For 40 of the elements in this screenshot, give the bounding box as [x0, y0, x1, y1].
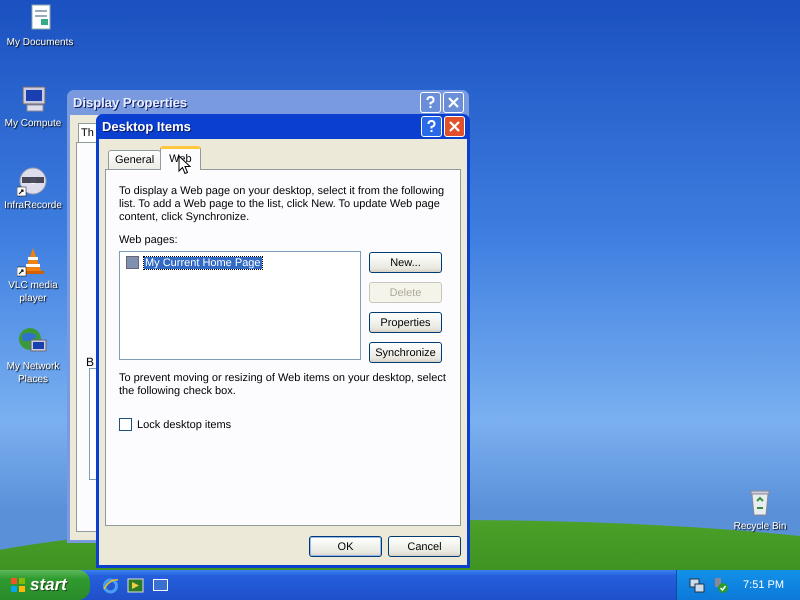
close-icon	[448, 120, 461, 133]
desktop-icon-label[interactable]: My Compute	[4, 117, 62, 130]
checkbox[interactable]	[126, 256, 139, 269]
description-text: To display a Web page on your desktop, select it from the following list. To add a Web page to the list, click New. To update Web page content, click Synchronize.	[119, 185, 446, 224]
close-icon	[447, 96, 460, 109]
hint-text: To prevent moving or resizing of Web items on your desktop, select the following check box.	[119, 372, 447, 398]
desktop-icon-label[interactable]: InfraRecorde	[4, 199, 62, 212]
window-title: Desktop Items	[102, 119, 191, 134]
network-icon[interactable]	[689, 576, 706, 594]
media-icon[interactable]	[127, 576, 144, 594]
close-button[interactable]	[444, 116, 465, 137]
close-button[interactable]	[443, 92, 464, 113]
tab[interactable]: Th	[78, 123, 97, 142]
dialog-button[interactable]: Properties	[369, 312, 442, 333]
desktop-icon[interactable]	[152, 576, 169, 594]
clock-text[interactable]: 7:51 PM	[735, 579, 784, 591]
dialog-button[interactable]: OK	[309, 536, 382, 557]
flag-icon	[10, 577, 26, 593]
desktop-icon-label[interactable]: Recycle Bin	[734, 520, 786, 533]
disc-icon[interactable]	[17, 165, 49, 197]
desktop-icon-label[interactable]: VLC media player	[1, 279, 65, 305]
help-icon	[424, 96, 437, 109]
checkbox-label[interactable]: Lock desktop items	[137, 418, 232, 430]
help-button[interactable]	[421, 116, 442, 137]
tab[interactable]: General	[108, 150, 162, 169]
dialog-button[interactable]: Cancel	[388, 536, 461, 557]
browser-icon[interactable]	[102, 576, 119, 594]
check-shield-icon[interactable]	[712, 576, 730, 594]
list-label: Web pages:	[119, 234, 179, 247]
list-item[interactable]: My Current Home Page	[144, 256, 262, 268]
dialog-button[interactable]: New...	[369, 252, 442, 273]
window-title: Display Properties	[73, 95, 188, 110]
help-button[interactable]	[420, 92, 441, 113]
checkbox[interactable]	[119, 418, 132, 431]
field-label: B	[86, 355, 94, 369]
desktop-icon-label[interactable]: My Documents	[6, 36, 74, 49]
dialog-button[interactable]: Synchronize	[369, 342, 442, 363]
web-page-list[interactable]: My Current Home Page	[119, 251, 361, 360]
start-button[interactable]: start	[0, 570, 90, 600]
help-icon	[425, 120, 438, 133]
